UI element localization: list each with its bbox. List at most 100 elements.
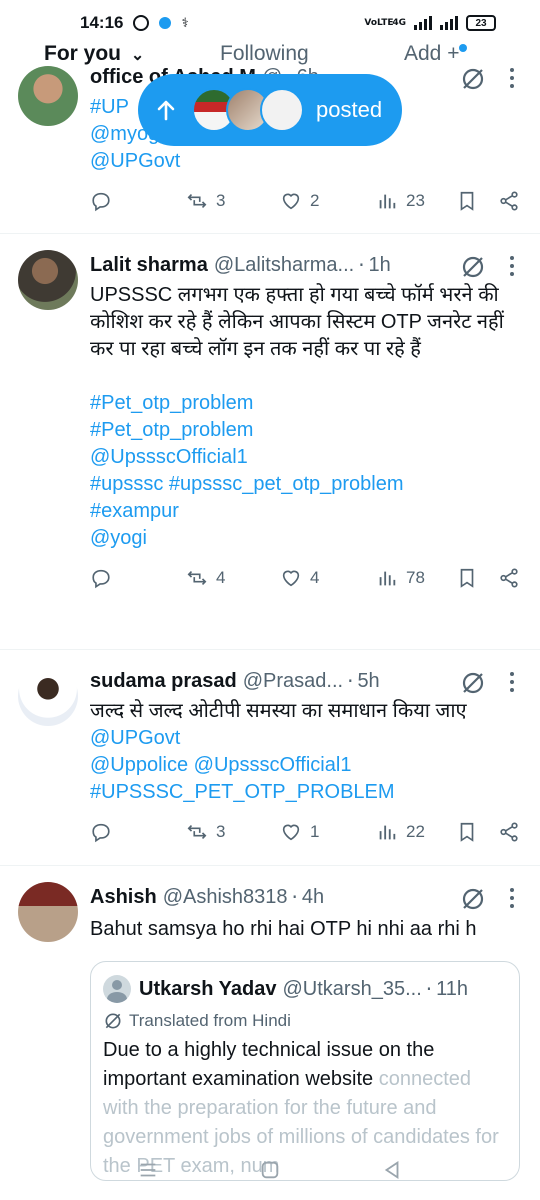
hashtag-link[interactable]: #Pet_otp_problem	[90, 390, 520, 417]
signal-icon-2	[440, 16, 458, 30]
tweet-body: Bahut samsya ho rhi hai OTP hi nhi aa rh…	[90, 914, 540, 945]
views-button[interactable]: 22	[376, 821, 425, 843]
mention-link[interactable]: @UpssscOfficial1	[90, 444, 520, 471]
timeline-feed: office of Ashad M @ · 6h #UP @myog...Off…	[0, 60, 540, 1200]
new-posts-pill[interactable]: posted	[138, 74, 402, 146]
tweet[interactable]: Lalit sharma @Lalitsharma... · 1h UPSSSC…	[0, 234, 540, 650]
whatsapp-icon	[133, 15, 150, 31]
grok-icon[interactable]	[460, 886, 486, 912]
repost-button[interactable]: 3	[186, 821, 225, 843]
tweet-time[interactable]: 1h	[369, 254, 391, 277]
bookmark-button[interactable]	[456, 821, 478, 843]
tweet-text: UPSSSC लगभग एक हफ्ता हो गया बच्चे फॉर्म …	[90, 284, 504, 360]
repost-icon	[187, 824, 207, 840]
home-button[interactable]	[259, 1159, 281, 1181]
author-name[interactable]: Lalit sharma	[90, 254, 208, 277]
like-count: 1	[310, 822, 320, 841]
mention-link[interactable]: @UPGovt	[90, 725, 520, 752]
status-left: 14:16 ⚕	[80, 13, 189, 33]
pill-avatars	[192, 88, 304, 132]
author-handle[interactable]: @Ashish8318	[163, 886, 288, 909]
repost-button[interactable]: 3	[186, 190, 225, 212]
grok-icon[interactable]	[460, 254, 486, 280]
more-options-icon[interactable]	[510, 888, 516, 908]
like-count: 2	[310, 191, 320, 210]
more-options-icon[interactable]	[510, 256, 516, 276]
hashtag-link[interactable]: #Pet_otp_problem	[90, 417, 520, 444]
hashtag-link[interactable]: #UPSSSC_PET_OTP_PROBLEM	[90, 779, 520, 806]
default-avatar-icon	[103, 975, 131, 1003]
share-button[interactable]	[498, 567, 520, 589]
hashtag-link[interactable]: #exampur	[90, 498, 520, 525]
reply-icon	[92, 192, 110, 212]
repost-button[interactable]: 4	[186, 567, 225, 589]
translated-label: Translated from Hindi	[129, 1011, 291, 1030]
views-button[interactable]: 78	[376, 567, 425, 589]
back-button[interactable]	[381, 1159, 403, 1181]
avatar[interactable]	[18, 666, 78, 726]
like-button[interactable]: 1	[280, 821, 319, 843]
repost-count: 3	[216, 822, 226, 841]
tweet-time[interactable]: 4h	[302, 886, 324, 909]
tweet-text: Bahut samsya ho rhi hai OTP hi nhi aa rh…	[90, 918, 477, 940]
network-type-label: 4G	[392, 18, 406, 28]
more-options-icon[interactable]	[510, 68, 516, 88]
app-notification-icon	[159, 17, 172, 29]
views-icon	[379, 571, 396, 586]
signal-icon	[414, 16, 432, 30]
tweet-body: UPSSSC लगभग एक हफ्ता हो गया बच्चे फॉर्म …	[90, 282, 540, 552]
dot-separator: ·	[347, 669, 354, 693]
bookmark-icon	[460, 191, 474, 211]
dot-separator: ·	[425, 977, 433, 1001]
translate-icon	[105, 1013, 121, 1029]
recent-apps-button[interactable]	[137, 1159, 159, 1181]
mention-link[interactable]: @Uppolice @UpssscOfficial1	[90, 752, 520, 779]
quoted-author-handle: @Utkarsh_35...	[282, 977, 422, 1000]
pill-avatar-3	[260, 88, 304, 132]
views-icon	[379, 194, 396, 209]
bookmark-button[interactable]	[456, 190, 478, 212]
repost-count: 4	[216, 568, 226, 587]
views-icon	[379, 825, 396, 840]
tweet-time[interactable]: 5h	[357, 670, 379, 693]
author-name[interactable]: sudama prasad	[90, 670, 237, 693]
like-button[interactable]: 4	[280, 567, 319, 589]
quoted-tweet-time: 11h	[436, 977, 468, 1000]
translated-notice: Translated from Hindi	[103, 1006, 507, 1036]
bookmark-button[interactable]	[456, 567, 478, 589]
battery-icon: 23	[466, 15, 496, 31]
tweet-body: जल्द से जल्द ओटीपी समस्या का समाधान किया…	[90, 698, 540, 806]
author-name[interactable]: Ashish	[90, 886, 157, 909]
tweet-link[interactable]: @UPGovt	[90, 148, 520, 175]
avatar[interactable]	[18, 66, 78, 126]
share-button[interactable]	[498, 190, 520, 212]
dot-separator: ·	[358, 253, 365, 277]
reply-icon	[92, 823, 110, 843]
status-bar: 14:16 ⚕ VoLTE 4G 23	[0, 0, 540, 46]
author-handle[interactable]: @Lalitsharma...	[214, 254, 354, 277]
tweet[interactable]: sudama prasad @Prasad... · 5h जल्द से जल…	[0, 650, 540, 866]
more-options-icon[interactable]	[510, 672, 516, 692]
author-handle[interactable]: @Prasad...	[243, 670, 343, 693]
posted-label: posted	[316, 97, 383, 122]
reply-button[interactable]	[90, 567, 112, 589]
like-button[interactable]: 2	[280, 190, 319, 212]
views-count: 22	[406, 822, 425, 841]
mention-link[interactable]: @yogi	[90, 525, 520, 552]
avatar[interactable]	[18, 882, 78, 942]
views-button[interactable]: 23	[376, 190, 425, 212]
share-button[interactable]	[498, 821, 520, 843]
tweet-actions: 3 2 23	[90, 181, 540, 221]
hashtag-link[interactable]: #upsssc #upsssc_pet_otp_problem	[90, 471, 520, 498]
views-count: 78	[406, 568, 425, 587]
reply-button[interactable]	[90, 190, 112, 212]
quoted-author-name: Utkarsh Yadav	[139, 977, 277, 1000]
reply-button[interactable]	[90, 821, 112, 843]
heart-icon	[282, 193, 300, 210]
grok-icon[interactable]	[460, 670, 486, 696]
avatar[interactable]	[18, 250, 78, 310]
system-nav-bar	[0, 1140, 540, 1200]
repost-icon	[187, 193, 207, 209]
tweet-actions: 4 4 78	[90, 558, 540, 598]
quoted-tweet-header: Utkarsh Yadav @Utkarsh_35... · 11h	[103, 972, 507, 1006]
